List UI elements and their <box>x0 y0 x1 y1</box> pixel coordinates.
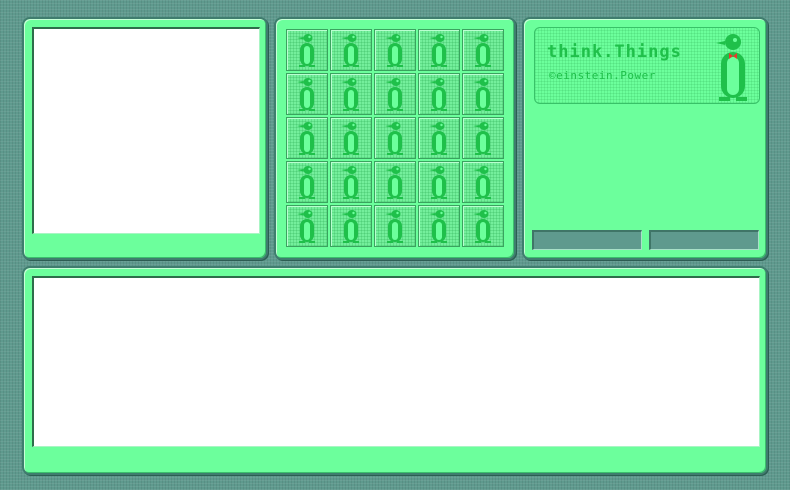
penguin-icon <box>426 120 452 156</box>
penguin-tile[interactable] <box>418 205 460 247</box>
left-button[interactable] <box>532 230 642 250</box>
penguin-icon <box>338 32 364 68</box>
penguin-tile[interactable] <box>418 29 460 71</box>
penguin-icon <box>294 76 320 112</box>
logo-subtitle: ©einstein.Power <box>549 69 656 82</box>
logo-title: think.Things <box>547 42 682 62</box>
penguin-tile[interactable] <box>374 161 416 203</box>
penguin-icon <box>338 208 364 244</box>
penguin-icon <box>382 76 408 112</box>
tile-grid <box>286 29 504 247</box>
penguin-icon <box>294 208 320 244</box>
penguin-icon <box>470 164 496 200</box>
penguin-icon <box>382 32 408 68</box>
penguin-tile[interactable] <box>286 205 328 247</box>
penguin-tile[interactable] <box>286 73 328 115</box>
penguin-tile[interactable] <box>330 117 372 159</box>
penguin-icon <box>294 32 320 68</box>
penguin-tile[interactable] <box>462 205 504 247</box>
info-panel: think.Things ©einstein.Power <box>522 17 768 260</box>
penguin-tile[interactable] <box>418 117 460 159</box>
penguin-tile[interactable] <box>374 29 416 71</box>
penguin-icon <box>294 120 320 156</box>
preview-panel <box>22 17 268 260</box>
penguin-logo-icon <box>713 31 753 107</box>
penguin-tile[interactable] <box>374 73 416 115</box>
penguin-tile[interactable] <box>286 161 328 203</box>
penguin-tile[interactable] <box>418 73 460 115</box>
tiles-panel <box>274 17 516 260</box>
penguin-icon <box>294 164 320 200</box>
penguin-icon <box>382 164 408 200</box>
penguin-icon <box>470 120 496 156</box>
penguin-icon <box>426 32 452 68</box>
right-button[interactable] <box>649 230 759 250</box>
penguin-icon <box>470 76 496 112</box>
penguin-tile[interactable] <box>286 117 328 159</box>
penguin-tile[interactable] <box>418 161 460 203</box>
penguin-icon <box>382 208 408 244</box>
preview-area <box>32 27 260 234</box>
penguin-tile[interactable] <box>330 73 372 115</box>
penguin-icon <box>470 32 496 68</box>
penguin-tile[interactable] <box>286 29 328 71</box>
penguin-icon <box>426 208 452 244</box>
penguin-tile[interactable] <box>330 205 372 247</box>
penguin-tile[interactable] <box>462 29 504 71</box>
text-area <box>32 276 760 447</box>
penguin-icon <box>338 76 364 112</box>
logo-box: think.Things ©einstein.Power <box>534 27 760 104</box>
penguin-icon <box>382 120 408 156</box>
penguin-icon <box>338 164 364 200</box>
penguin-icon <box>470 208 496 244</box>
penguin-tile[interactable] <box>374 205 416 247</box>
penguin-icon <box>426 76 452 112</box>
penguin-icon <box>426 164 452 200</box>
penguin-tile[interactable] <box>330 161 372 203</box>
penguin-icon <box>338 120 364 156</box>
penguin-tile[interactable] <box>330 29 372 71</box>
penguin-tile[interactable] <box>462 117 504 159</box>
penguin-tile[interactable] <box>462 161 504 203</box>
bottom-panel <box>22 266 768 475</box>
penguin-tile[interactable] <box>374 117 416 159</box>
penguin-tile[interactable] <box>462 73 504 115</box>
